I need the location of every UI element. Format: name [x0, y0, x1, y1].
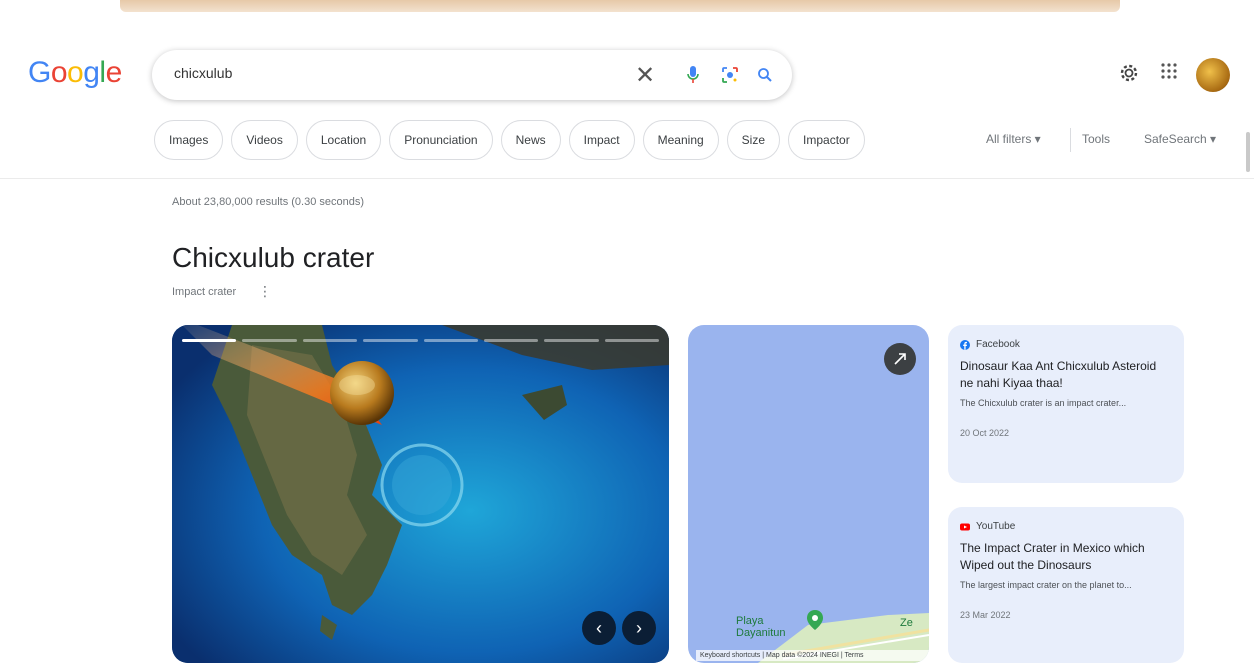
map-preview[interactable]: Playa Dayanitun Ze Keyboard shortcuts | M… [688, 325, 929, 663]
search-icon[interactable] [752, 62, 778, 88]
chip-videos[interactable]: Videos [231, 120, 298, 160]
logo-letter: g [83, 56, 100, 89]
chip-location[interactable]: Location [305, 120, 382, 160]
card-snippet: The Chicxulub crater is an impact crater… [960, 398, 1127, 408]
logo-letter: o [67, 56, 84, 89]
browser-top-strip [120, 0, 1120, 12]
chip-images[interactable]: Images [154, 120, 224, 160]
card-source-name: YouTube [976, 521, 1016, 532]
chip-meaning[interactable]: Meaning [642, 120, 719, 160]
card-source: YouTube [960, 521, 1172, 532]
logo-letter: o [50, 56, 68, 89]
chip-size[interactable]: Size [726, 120, 781, 160]
page-title: Chicxulub crater [172, 242, 375, 273]
card-date: 20 Oct 2022 [960, 428, 1010, 438]
result-stats: About 23,80,000 results (0.30 seconds) [172, 196, 365, 208]
card-date: 23 Mar 2022 [960, 610, 1011, 620]
clear-icon[interactable]: ✕ [632, 62, 658, 89]
card-source: Facebook [960, 339, 1172, 350]
carousel-next-button[interactable]: › [622, 611, 656, 645]
filters-separator [1070, 128, 1071, 152]
search-input[interactable]: chicxulub [174, 65, 232, 81]
card-source-name: Facebook [976, 339, 1020, 350]
chip-pronunciation[interactable]: Pronunciation [389, 120, 493, 160]
chip-impactor[interactable]: Impactor [788, 120, 865, 160]
map-place-label: Playa Dayanitun [736, 615, 786, 639]
logo-letter: G [28, 56, 51, 89]
avatar[interactable] [1196, 58, 1230, 92]
carousel-progress [182, 339, 659, 342]
apps-grid-icon[interactable] [1160, 62, 1178, 85]
header-divider [0, 178, 1254, 179]
scrollbar[interactable] [1246, 132, 1250, 172]
safesearch-button[interactable]: SafeSearch ▾ [1144, 132, 1216, 146]
card-title[interactable]: The Impact Crater in Mexico which Wiped … [960, 540, 1172, 574]
chip-impact[interactable]: Impact [568, 120, 635, 160]
map-edge-label: Ze [900, 617, 913, 629]
youtube-icon [960, 523, 970, 530]
lens-icon[interactable] [717, 62, 743, 88]
facebook-icon [960, 339, 970, 350]
all-filters-button[interactable]: All filters ▾ [986, 132, 1041, 146]
entity-subtitle: Impact crater [172, 286, 237, 298]
search-chips: Images Videos Location Pronunciation New… [154, 120, 865, 160]
expand-map-icon[interactable] [884, 343, 916, 375]
tools-button[interactable]: Tools [1082, 132, 1110, 146]
social-card-youtube[interactable]: YouTube The Impact Crater in Mexico whic… [948, 507, 1184, 663]
logo-letter: e [105, 56, 123, 89]
card-title[interactable]: Dinosaur Kaa Ant Chicxulub Asteroid ne n… [960, 358, 1172, 392]
chip-news[interactable]: News [500, 120, 561, 160]
gear-icon[interactable] [1118, 62, 1140, 89]
map-attribution[interactable]: Keyboard shortcuts | Map data ©2024 INEG… [696, 650, 929, 661]
map-pin-icon[interactable] [806, 609, 824, 631]
search-box[interactable]: chicxulub ✕ [152, 50, 792, 100]
carousel-prev-button[interactable]: ‹ [582, 611, 616, 645]
card-snippet: The largest impact crater on the planet … [960, 580, 1132, 590]
google-logo[interactable]: Google [28, 56, 122, 90]
image-carousel[interactable]: ‹ › [172, 325, 669, 663]
more-options-icon[interactable]: ⋮ [258, 283, 272, 300]
social-card-facebook[interactable]: Facebook Dinosaur Kaa Ant Chicxulub Aste… [948, 325, 1184, 483]
mic-icon[interactable] [680, 62, 706, 88]
